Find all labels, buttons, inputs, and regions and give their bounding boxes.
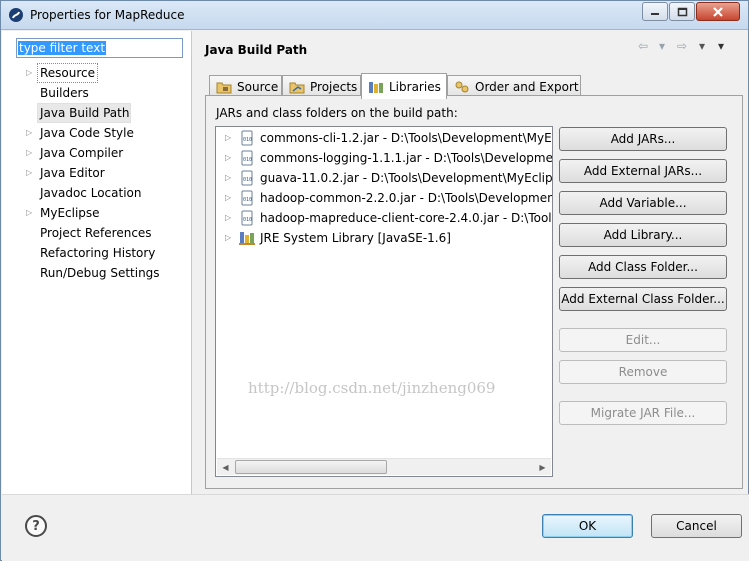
add-class-folder-button[interactable]: Add Class Folder... (559, 255, 727, 279)
nav-item-myeclipse[interactable]: MyEclipse (40, 204, 100, 222)
svg-text:010: 010 (243, 217, 252, 223)
nav-item-javadoc-location[interactable]: Javadoc Location (40, 184, 141, 202)
watermark-text: http://blog.csdn.net/jinzheng069 (248, 379, 496, 397)
expand-arrow-icon[interactable]: ▷ (26, 124, 36, 142)
back-arrow-icon[interactable]: ⇦ (638, 39, 648, 55)
scroll-right-icon[interactable]: ▶ (534, 459, 551, 476)
window-title: Properties for MapReduce (30, 8, 185, 22)
libraries-tree[interactable]: ▷ 010 commons-cli-1.2.jar - D:\Tools\Dev… (215, 126, 553, 477)
nav-item-java-editor[interactable]: Java Editor (40, 164, 105, 182)
dialog-button-bar: ? OK Cancel (2, 494, 749, 561)
list-item[interactable]: ▷ JRE System Library [JavaSE-1.6] (216, 228, 552, 248)
nav-item-java-build-path[interactable]: Java Build Path (40, 104, 129, 122)
expand-arrow-icon[interactable]: ▷ (26, 164, 36, 182)
libraries-icon (368, 79, 384, 95)
jar-icon: 010 (241, 130, 253, 146)
tab-label: Source (237, 79, 279, 94)
filter-text[interactable]: type filter text (18, 41, 107, 55)
tab-label: Libraries (389, 79, 441, 94)
forward-menu-icon[interactable]: ▾ (699, 39, 705, 55)
expand-arrow-icon[interactable]: ▷ (225, 228, 231, 248)
svg-text:010: 010 (243, 137, 252, 143)
expand-arrow-icon[interactable]: ▷ (225, 188, 231, 208)
tab-label: Projects (310, 79, 358, 94)
tab-projects[interactable]: Projects (282, 75, 361, 97)
myeclipse-logo-icon (9, 8, 23, 22)
maximize-icon (677, 7, 687, 16)
minimize-icon (651, 12, 659, 15)
projects-icon (289, 79, 305, 95)
tab-source[interactable]: Source (209, 75, 282, 97)
jre-library-icon (239, 232, 255, 245)
jar-icon: 010 (241, 190, 253, 206)
expand-arrow-icon[interactable]: ▷ (26, 204, 36, 222)
library-entry-text: guava-11.0.2.jar - D:\Tools\Development\… (260, 171, 552, 185)
source-folder-icon (216, 79, 232, 95)
nav-item-java-compiler[interactable]: Java Compiler (40, 144, 123, 162)
jar-icon: 010 (241, 150, 253, 166)
expand-arrow-icon[interactable]: ▷ (225, 168, 231, 188)
property-page-tree: type filter text ▷ Resource Builders Jav… (2, 31, 192, 494)
scroll-thumb[interactable] (235, 460, 387, 474)
jar-icon: 010 (241, 170, 253, 186)
library-entry-text: commons-cli-1.2.jar - D:\Tools\Developme… (260, 131, 552, 145)
cancel-button[interactable]: Cancel (651, 514, 742, 538)
view-menu-icon[interactable]: ▾ (718, 39, 724, 55)
list-item[interactable]: ▷ 010 commons-cli-1.2.jar - D:\Tools\Dev… (216, 128, 552, 148)
migrate-jar-button[interactable]: Migrate JAR File... (559, 401, 727, 425)
add-library-button[interactable]: Add Library... (559, 223, 727, 247)
forward-arrow-icon[interactable]: ⇨ (677, 39, 687, 55)
library-entry-text: JRE System Library [JavaSE-1.6] (260, 231, 451, 245)
svg-text:010: 010 (243, 197, 252, 203)
add-external-class-folder-button[interactable]: Add External Class Folder... (559, 287, 727, 311)
remove-button[interactable]: Remove (559, 360, 727, 384)
help-icon[interactable]: ? (25, 515, 47, 537)
nav-item-builders[interactable]: Builders (40, 84, 89, 102)
minimize-button[interactable] (642, 2, 668, 21)
edit-button[interactable]: Edit... (559, 328, 727, 352)
add-jars-button[interactable]: Add JARs... (559, 127, 727, 151)
back-menu-icon[interactable]: ▾ (659, 39, 665, 55)
svg-text:010: 010 (243, 177, 252, 183)
tab-libraries[interactable]: Libraries (361, 73, 447, 99)
list-item[interactable]: ▷ 010 hadoop-mapreduce-client-core-2.4.0… (216, 208, 552, 228)
list-item[interactable]: ▷ 010 commons-logging-1.1.1.jar - D:\Too… (216, 148, 552, 168)
expand-arrow-icon[interactable]: ▷ (225, 128, 231, 148)
add-variable-button[interactable]: Add Variable... (559, 191, 727, 215)
expand-arrow-icon[interactable]: ▷ (26, 64, 36, 82)
add-external-jars-button[interactable]: Add External JARs... (559, 159, 727, 183)
title-bar[interactable]: Properties for MapReduce (1, 1, 748, 30)
expand-arrow-icon[interactable]: ▷ (225, 208, 231, 228)
page-title: Java Build Path (205, 43, 308, 57)
close-icon (713, 6, 723, 17)
expand-arrow-icon[interactable]: ▷ (225, 148, 231, 168)
library-entry-text: commons-logging-1.1.1.jar - D:\Tools\Dev… (260, 151, 552, 165)
library-entry-text: hadoop-common-2.2.0.jar - D:\Tools\Devel… (260, 191, 552, 205)
close-button[interactable] (696, 2, 740, 21)
filter-input[interactable]: type filter text (16, 38, 183, 58)
nav-item-refactoring-history[interactable]: Refactoring History (40, 244, 155, 262)
nav-item-java-code-style[interactable]: Java Code Style (40, 124, 134, 142)
library-entry-text: hadoop-mapreduce-client-core-2.4.0.jar -… (260, 211, 552, 225)
build-path-label: JARs and class folders on the build path… (216, 106, 458, 120)
nav-item-project-references[interactable]: Project References (40, 224, 152, 242)
list-item[interactable]: ▷ 010 guava-11.0.2.jar - D:\Tools\Develo… (216, 168, 552, 188)
properties-dialog: Properties for MapReduce type filter tex… (0, 0, 749, 561)
ok-button[interactable]: OK (542, 514, 633, 538)
nav-item-resource[interactable]: Resource (40, 64, 95, 82)
jar-icon: 010 (241, 210, 253, 226)
list-item[interactable]: ▷ 010 hadoop-common-2.2.0.jar - D:\Tools… (216, 188, 552, 208)
maximize-button[interactable] (669, 2, 695, 21)
svg-text:010: 010 (243, 157, 252, 163)
expand-arrow-icon[interactable]: ▷ (26, 144, 36, 162)
nav-item-run-debug-settings[interactable]: Run/Debug Settings (40, 264, 160, 282)
scroll-left-icon[interactable]: ◀ (217, 459, 234, 476)
tab-label: Order and Export (475, 79, 579, 94)
order-export-icon (454, 79, 470, 95)
property-page: Java Build Path ⇦ ▾ ⇨ ▾ ▾ Source Project… (193, 31, 748, 494)
horizontal-scrollbar[interactable]: ◀ ▶ (217, 458, 551, 475)
tab-order-and-export[interactable]: Order and Export (447, 75, 581, 97)
